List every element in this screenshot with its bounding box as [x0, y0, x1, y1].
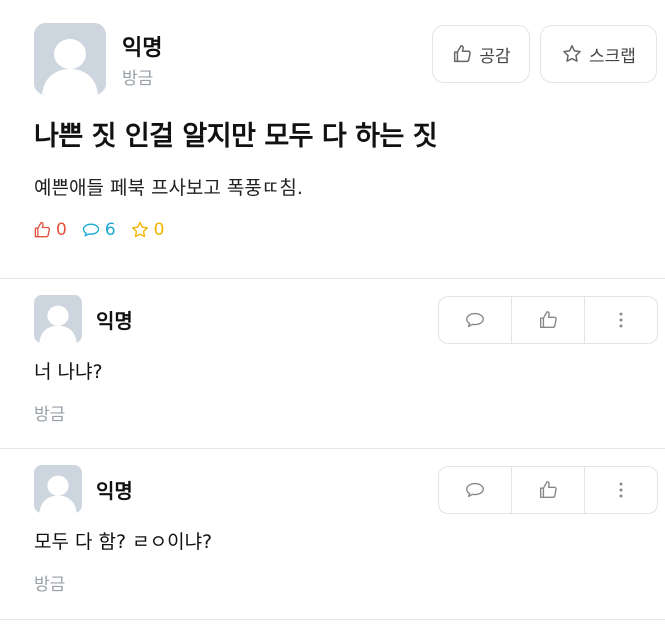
- post-author: 익명: [122, 36, 163, 61]
- reply-button[interactable]: [439, 467, 512, 513]
- thumbs-up-icon: [454, 45, 472, 63]
- avatar-placeholder-icon: [34, 295, 82, 343]
- comment-actions: [438, 296, 658, 344]
- more-vertical-icon: [619, 312, 623, 328]
- post-counts: 0 6 0: [32, 220, 178, 240]
- avatar: [34, 465, 82, 513]
- thumbs-up-icon: [539, 481, 557, 499]
- like-button[interactable]: 공감: [432, 25, 530, 83]
- comment-time: 방금: [34, 405, 66, 425]
- comment-text: 너 나냐?: [34, 361, 103, 383]
- avatar-placeholder-icon: [34, 23, 106, 95]
- comment-like-button[interactable]: [512, 467, 585, 513]
- comment-author: 익명: [96, 309, 133, 333]
- comment-text: 모두 다 함? ㄹㅇ이냐?: [34, 531, 213, 553]
- comment: 익명 모두 다 함? ㄹㅇ이냐? 방금: [0, 449, 665, 619]
- comment-count-value: 6: [104, 220, 116, 240]
- speech-bubble-icon: [466, 482, 484, 498]
- scrap-count: 0: [130, 220, 165, 240]
- post-time: 방금: [122, 69, 154, 89]
- thumbs-up-icon: [34, 221, 51, 238]
- more-vertical-icon: [619, 482, 623, 498]
- speech-bubble-icon: [82, 223, 99, 237]
- comment-time: 방금: [34, 575, 66, 595]
- post-title: 나쁜 짓 인걸 알지만 모두 다 하는 짓: [34, 121, 438, 152]
- comment-author: 익명: [96, 479, 133, 503]
- more-button[interactable]: [585, 467, 657, 513]
- star-icon: [131, 221, 148, 238]
- post-body: 예쁜애들 페북 프사보고 폭풍ㄸ침.: [34, 177, 303, 199]
- avatar: [34, 23, 106, 95]
- reply-button[interactable]: [439, 297, 512, 343]
- speech-bubble-icon: [466, 312, 484, 328]
- divider: [0, 619, 665, 620]
- avatar: [34, 295, 82, 343]
- comment: 익명 너 나냐? 방금: [0, 279, 665, 448]
- avatar-placeholder-icon: [34, 465, 82, 513]
- post: 익명 방금 공감 스크랩 나쁜 짓 인걸 알지만 모두 다 하는 짓 예쁜애들 …: [0, 0, 665, 278]
- more-button[interactable]: [585, 297, 657, 343]
- scrap-button-label: 스크랩: [589, 46, 636, 67]
- like-count: 0: [32, 220, 67, 240]
- comment-actions: [438, 466, 658, 514]
- comment-like-button[interactable]: [512, 297, 585, 343]
- scrap-count-value: 0: [153, 220, 165, 240]
- scrap-button[interactable]: 스크랩: [540, 25, 657, 83]
- star-icon: [563, 45, 581, 62]
- like-count-value: 0: [56, 220, 67, 240]
- thumbs-up-icon: [539, 311, 557, 329]
- like-button-label: 공감: [479, 46, 511, 67]
- comment-count: 6: [81, 220, 116, 240]
